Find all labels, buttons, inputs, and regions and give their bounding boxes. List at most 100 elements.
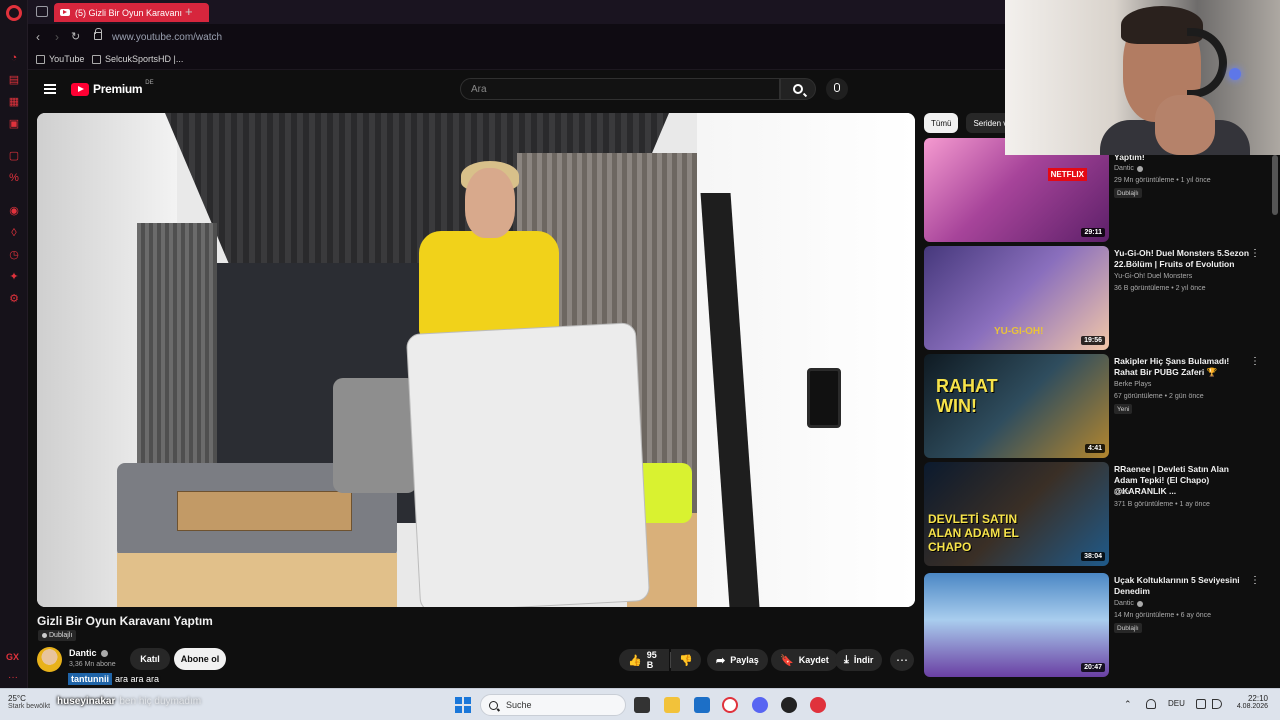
rec-channel[interactable]: Dantic xyxy=(1114,165,1143,172)
percent-icon[interactable]: % xyxy=(8,172,20,184)
app-icon[interactable] xyxy=(810,697,826,713)
youtube-play-icon xyxy=(71,82,89,96)
video-player[interactable] xyxy=(37,113,915,607)
mic-tray-icon[interactable] xyxy=(1146,699,1156,709)
rec-channel[interactable]: Berke Plays xyxy=(1114,381,1151,388)
dub-badge: Dublajlı xyxy=(1114,623,1142,633)
recommendation-item[interactable]: YU-GI-OH! 19:56 Yu-Gi-Oh! Duel Monsters … xyxy=(924,246,1274,350)
rec-meta: 14 Mn görüntüleme • 6 ay önce xyxy=(1114,612,1212,619)
new-badge: Yeni xyxy=(1114,404,1133,414)
reload-icon[interactable]: ↻ xyxy=(71,30,80,43)
recommendation-item[interactable]: RAHAT WIN! 4:41 Rakipler Hiç Şans Bulama… xyxy=(924,354,1274,458)
back-icon[interactable]: ‹ xyxy=(36,30,40,44)
rec-title[interactable]: RRaenee | Devleti Satın Alan Adam Tepki!… xyxy=(1114,464,1254,497)
history-icon[interactable]: ◷ xyxy=(8,249,20,261)
webcam-overlay xyxy=(1005,0,1280,155)
clock[interactable]: 22:10 4.08.2026 xyxy=(1234,694,1268,710)
rec-meta: 36 B görüntüleme • 2 yıl önce xyxy=(1114,285,1206,292)
rec-channel[interactable]: Dantic xyxy=(1114,600,1143,607)
twitch-icon[interactable]: ▢ xyxy=(8,150,20,162)
more-options-icon[interactable]: ⋮ xyxy=(1250,248,1260,259)
share-button[interactable]: ➦ Paylaş xyxy=(707,649,768,671)
recommendation-item[interactable]: 20:47 Uçak Koltuklarının 5 Seviyesini De… xyxy=(924,573,1274,677)
voice-search-button[interactable] xyxy=(826,78,848,100)
bookmark-selcuksports[interactable]: SelcukSportsHD |... xyxy=(92,54,183,64)
opera-sidebar: ◔ ▤ ▦ ▣ ▢ % ◉ ◊ ◷ ✦ ⚙ GX ··· xyxy=(0,0,28,688)
workspaces-icon[interactable] xyxy=(36,6,48,17)
tab-title: (5) Gizli Bir Oyun Karavanı xyxy=(75,7,183,18)
url-field[interactable]: www.youtube.com/watch xyxy=(112,32,222,43)
more-options-icon[interactable]: ⋮ xyxy=(1250,575,1260,586)
file-explorer-icon[interactable] xyxy=(664,697,680,713)
new-tab-icon[interactable]: + xyxy=(185,4,193,19)
settings-icon[interactable]: ⚙ xyxy=(8,293,20,305)
store-icon[interactable] xyxy=(694,697,710,713)
discord-icon[interactable] xyxy=(752,697,768,713)
opera-logo-icon[interactable] xyxy=(6,5,22,21)
youtube-logo[interactable]: Premium DE xyxy=(71,80,154,96)
app-icon[interactable] xyxy=(781,697,797,713)
rec-channel[interactable]: 2kan xyxy=(1114,489,1129,496)
video-thumbnail[interactable]: DEVLETİ SATIN ALAN ADAM EL CHAPO 38:04 xyxy=(924,462,1109,566)
menu-icon[interactable] xyxy=(44,84,56,94)
thumbs-down-icon: 👎 xyxy=(679,654,693,667)
thumbs-up-icon: 👍 xyxy=(628,654,642,667)
rec-title[interactable]: Rakipler Hiç Şans Bulamadı! Rahat Bir PU… xyxy=(1114,356,1254,378)
tray-chevron-icon[interactable]: ⌃ xyxy=(1124,699,1132,710)
chat-message: ben hiç duymadım xyxy=(119,696,202,707)
recommendation-item[interactable]: DEVLETİ SATIN ALAN ADAM EL CHAPO 38:04 R… xyxy=(924,462,1274,566)
bookmark-youtube[interactable]: YouTube xyxy=(36,54,84,64)
gaming-icon[interactable]: ▦ xyxy=(8,96,20,108)
verified-icon xyxy=(100,649,108,657)
video-thumbnail[interactable]: YU-GI-OH! 19:56 xyxy=(924,246,1109,350)
dislike-button[interactable]: 👎 xyxy=(671,649,701,671)
rec-title[interactable]: Uçak Koltuklarının 5 Seviyesini Denedim xyxy=(1114,575,1254,597)
task-view-icon[interactable] xyxy=(634,697,650,713)
download-button[interactable]: ⤓ İndir xyxy=(835,649,883,671)
rec-title[interactable]: Yu-Gi-Oh! Duel Monsters 5.Sezon 22.Bölüm… xyxy=(1114,248,1254,270)
person-icon xyxy=(42,633,47,638)
chat-username: huseyinakar xyxy=(57,696,116,707)
search-input[interactable] xyxy=(461,79,779,100)
more-actions-button[interactable]: ⋯ xyxy=(890,649,914,671)
more-icon[interactable]: ··· xyxy=(8,672,18,683)
subscribe-button[interactable]: Abone ol xyxy=(174,648,226,670)
opera-gx-taskbar-icon[interactable] xyxy=(722,697,738,713)
player-icon[interactable]: ◉ xyxy=(8,205,20,217)
rec-meta: 29 Mn görüntüleme • 1 yıl önce xyxy=(1114,177,1211,184)
speed-dial-icon[interactable]: ◔ xyxy=(8,52,20,64)
chip-all[interactable]: Tümü xyxy=(924,113,959,133)
extensions-icon[interactable]: ✦ xyxy=(8,271,20,283)
forward-icon[interactable]: › xyxy=(55,30,59,44)
rec-channel[interactable]: Yu-Gi-Oh! Duel Monsters xyxy=(1114,273,1192,280)
headset-icon xyxy=(1187,28,1227,98)
pin-icon[interactable]: ◊ xyxy=(8,227,20,239)
more-options-icon[interactable]: ⋮ xyxy=(1250,356,1260,367)
verified-icon xyxy=(1136,600,1143,607)
rec-meta: 371 B görüntüleme • 1 ay önce xyxy=(1114,501,1210,508)
join-button[interactable]: Katıl xyxy=(130,648,170,670)
network-icon[interactable] xyxy=(1196,699,1206,709)
windows-start-icon[interactable] xyxy=(455,697,471,713)
language-indicator[interactable]: DEU xyxy=(1168,699,1185,708)
video-thumbnail[interactable]: RAHAT WIN! 4:41 xyxy=(924,354,1109,458)
channel-name[interactable]: Dantic xyxy=(69,648,108,658)
address-bar: ‹ › ↻ www.youtube.com/watch xyxy=(28,24,1005,51)
gx-label[interactable]: GX xyxy=(6,652,19,662)
taskbar-search[interactable]: Suche xyxy=(480,694,626,716)
scrollbar[interactable] xyxy=(1272,155,1278,215)
search-icon xyxy=(489,700,498,710)
save-button[interactable]: 🔖 Kaydet xyxy=(771,649,838,671)
volume-icon[interactable] xyxy=(1212,699,1222,709)
channel-avatar[interactable] xyxy=(37,647,62,672)
messenger-icon[interactable]: ▣ xyxy=(8,118,20,130)
search-button[interactable] xyxy=(780,78,816,100)
video-thumbnail[interactable]: 20:47 xyxy=(924,573,1109,677)
video-title: Gizli Bir Oyun Karavanı Yaptım xyxy=(37,614,213,628)
bookmark-icon xyxy=(36,54,45,64)
dub-badge: Dublajlı xyxy=(38,630,77,641)
tab-bar: (5) Gizli Bir Oyun Karavanı + xyxy=(28,0,1005,24)
weather-widget[interactable]: 25°C Stark bewölkt xyxy=(8,694,50,710)
like-button[interactable]: 👍 95 B xyxy=(619,649,669,671)
bag-icon[interactable]: ▤ xyxy=(8,74,20,86)
